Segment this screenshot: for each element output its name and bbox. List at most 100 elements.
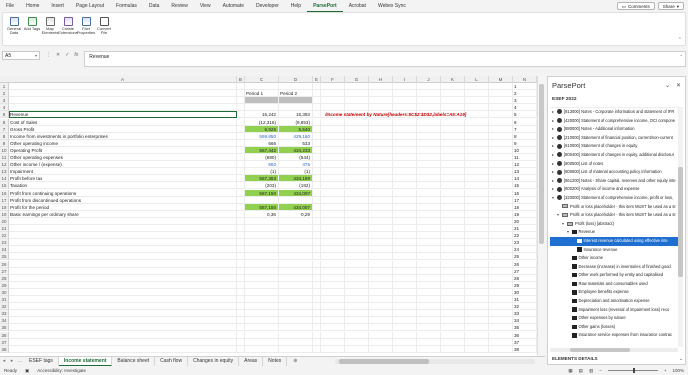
cell-n[interactable]: 34 — [513, 317, 537, 325]
cell-c[interactable] — [245, 267, 279, 275]
cell-c[interactable] — [245, 331, 279, 339]
cell-h[interactable] — [369, 154, 393, 162]
ribbon-button[interactable]: Map Elements — [41, 15, 59, 43]
cell-i[interactable] — [393, 324, 417, 332]
cell-c[interactable]: 666 — [245, 139, 279, 147]
cell-k[interactable] — [441, 310, 465, 318]
cell-a[interactable] — [9, 338, 237, 346]
cell-g[interactable] — [345, 317, 369, 325]
tree-item[interactable]: ▸ [610000] Statement of changes in equity — [550, 142, 678, 151]
cell-c[interactable] — [245, 338, 279, 346]
cell-j[interactable] — [417, 118, 441, 126]
cell-e[interactable] — [313, 168, 321, 176]
cell-l[interactable] — [465, 246, 489, 254]
ribbon-tab[interactable]: Webex Sync — [372, 0, 412, 12]
cell-g[interactable] — [345, 182, 369, 190]
cell-g[interactable] — [345, 338, 369, 346]
tree-item[interactable]: ▾ [320000] Statement of comprehensive inc… — [550, 194, 678, 203]
cell-g[interactable] — [345, 210, 369, 218]
cell-g[interactable] — [345, 90, 369, 98]
cell-c[interactable] — [245, 324, 279, 332]
tree-item[interactable]: ▸ [800500] List of notes — [550, 160, 678, 169]
cell-i[interactable] — [393, 288, 417, 296]
cell-n[interactable]: 10 — [513, 146, 537, 154]
scroll-thumb[interactable] — [678, 167, 683, 277]
cell-n[interactable]: 30 — [513, 288, 537, 296]
cell-d[interactable] — [279, 225, 313, 233]
cell-e[interactable] — [313, 232, 321, 240]
cell-i[interactable] — [393, 104, 417, 112]
cell-n[interactable]: 4 — [513, 104, 537, 112]
cell-l[interactable] — [465, 317, 489, 325]
cell-d[interactable]: 429,160 — [279, 132, 313, 140]
cell-l[interactable] — [465, 217, 489, 225]
cell-a[interactable]: Other income / (expense) — [9, 161, 237, 169]
cell-a[interactable] — [9, 253, 237, 261]
cell-m[interactable] — [489, 260, 513, 268]
cell-j[interactable] — [417, 274, 441, 282]
cell-m[interactable] — [489, 104, 513, 112]
cell-k[interactable] — [441, 210, 465, 218]
cell-a[interactable]: Impairment — [9, 168, 237, 176]
row-header[interactable]: 15 — [0, 182, 9, 190]
cell-b[interactable] — [237, 310, 245, 318]
cell-l[interactable] — [465, 168, 489, 176]
cell-b[interactable] — [237, 154, 245, 162]
cell-n[interactable]: 6 — [513, 118, 537, 126]
column-header[interactable]: M — [489, 76, 513, 83]
cell-h[interactable] — [369, 281, 393, 289]
cell-a[interactable] — [9, 260, 237, 268]
cell-h[interactable] — [369, 161, 393, 169]
tree-item[interactable]: Depreciation and amortisation expense — [550, 297, 678, 306]
cell-b[interactable] — [237, 139, 245, 147]
cell-h[interactable] — [369, 345, 393, 353]
row-header[interactable]: 13 — [0, 168, 9, 176]
cell-e[interactable] — [313, 310, 321, 318]
cell-f[interactable] — [321, 281, 345, 289]
cell-f[interactable] — [321, 239, 345, 247]
ribbon-button[interactable]: Create Extensions — [58, 15, 78, 43]
cell-k[interactable] — [441, 345, 465, 353]
cell-k[interactable] — [441, 168, 465, 176]
cell-j[interactable] — [417, 338, 441, 346]
cell-c[interactable] — [245, 274, 279, 282]
cell-j[interactable] — [417, 310, 441, 318]
cell-l[interactable] — [465, 161, 489, 169]
cell-m[interactable] — [489, 225, 513, 233]
row-header[interactable]: 30 — [0, 288, 9, 296]
elements-details-header[interactable]: ELEMENTS DETAILS ⌄ — [552, 356, 683, 361]
column-header[interactable]: A — [9, 76, 237, 83]
cell-g[interactable] — [345, 168, 369, 176]
cell-k[interactable] — [441, 274, 465, 282]
cell-g[interactable] — [345, 232, 369, 240]
cell-l[interactable] — [465, 239, 489, 247]
cell-k[interactable] — [441, 288, 465, 296]
tree-item[interactable]: Interest revenue calculated using effect… — [550, 236, 678, 246]
cell-m[interactable] — [489, 303, 513, 311]
column-header[interactable]: L — [465, 76, 489, 83]
cell-n[interactable]: 7 — [513, 125, 537, 133]
cell-c[interactable]: 567,442 — [245, 146, 279, 154]
cell-j[interactable] — [417, 97, 441, 105]
cell-l[interactable] — [465, 310, 489, 318]
cell-k[interactable] — [441, 303, 465, 311]
cell-c[interactable] — [245, 104, 279, 112]
cell-k[interactable] — [441, 324, 465, 332]
cell-d[interactable] — [279, 104, 313, 112]
cell-e[interactable] — [313, 104, 321, 112]
cell-a[interactable]: Cost of Sales — [9, 118, 237, 126]
cell-d[interactable] — [279, 303, 313, 311]
scroll-thumb[interactable] — [339, 358, 429, 364]
cell-k[interactable] — [441, 217, 465, 225]
cell-d[interactable] — [279, 338, 313, 346]
cell-i[interactable] — [393, 146, 417, 154]
cell-e[interactable] — [313, 139, 321, 147]
cell-c[interactable]: 0,36 — [245, 210, 279, 218]
cell-k[interactable] — [441, 281, 465, 289]
add-sheet-icon[interactable]: ⊕ — [287, 358, 303, 364]
cell-n[interactable]: 37 — [513, 338, 537, 346]
cell-f[interactable] — [321, 296, 345, 304]
cell-h[interactable] — [369, 253, 393, 261]
cell-h[interactable] — [369, 168, 393, 176]
cell-d[interactable]: (1) — [279, 168, 313, 176]
